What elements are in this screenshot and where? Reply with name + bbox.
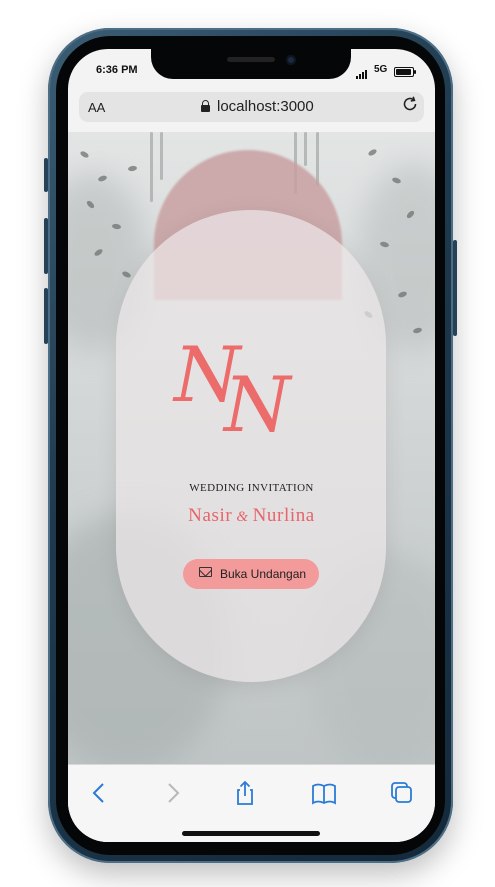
foliage-leaf xyxy=(127,165,138,172)
lock-icon xyxy=(201,100,210,112)
volume-up-button xyxy=(44,218,48,274)
bride-groom-name-left: Nasir xyxy=(188,505,233,526)
web-page: N N WEDDING INVITATION Nasir & Nurlina Buk… xyxy=(68,132,435,764)
reload-icon[interactable] xyxy=(401,95,419,118)
url-text[interactable]: localhost:3000 xyxy=(217,98,314,115)
foliage-drip xyxy=(160,132,163,180)
home-indicator[interactable] xyxy=(182,831,320,836)
address-bar[interactable]: AA localhost:3000 xyxy=(79,92,424,122)
tabs-icon[interactable] xyxy=(386,779,416,807)
volume-down-button xyxy=(44,288,48,344)
screen: 6:36 PM 5G AA localhost:3000 N N WEDDING… xyxy=(68,49,435,842)
couple-names: Nasir & Nurlina xyxy=(68,505,435,527)
monogram-second-letter: N xyxy=(224,360,291,449)
monogram: N N xyxy=(168,330,348,460)
back-icon[interactable] xyxy=(84,779,114,807)
forward-icon[interactable] xyxy=(158,779,188,807)
bride-groom-name-right: Nurlina xyxy=(252,505,315,526)
bookmarks-icon[interactable] xyxy=(309,779,339,807)
mute-switch xyxy=(44,158,48,192)
front-camera xyxy=(286,55,296,65)
notch xyxy=(151,49,351,79)
browser-toolbar xyxy=(68,764,435,842)
foliage-drip xyxy=(150,132,153,202)
open-invitation-button[interactable]: Buka Undangan xyxy=(183,559,319,589)
power-button xyxy=(453,240,457,336)
share-icon[interactable] xyxy=(230,779,260,807)
battery-icon xyxy=(394,67,416,77)
foliage-leaf xyxy=(367,148,378,157)
foliage-drip xyxy=(316,132,319,186)
network-label: 5G xyxy=(374,64,388,75)
foliage-leaf xyxy=(79,150,90,159)
invitation-subtitle: WEDDING INVITATION xyxy=(189,482,314,494)
foliage-drip xyxy=(304,132,307,166)
status-time: 6:36 PM xyxy=(96,64,138,76)
speaker-grill xyxy=(227,57,275,62)
open-invitation-label: Buka Undangan xyxy=(220,567,307,581)
signal-icon xyxy=(356,67,368,79)
envelope-icon xyxy=(199,567,212,577)
text-size-button[interactable]: AA xyxy=(88,100,105,115)
ampersand: & xyxy=(236,509,249,525)
